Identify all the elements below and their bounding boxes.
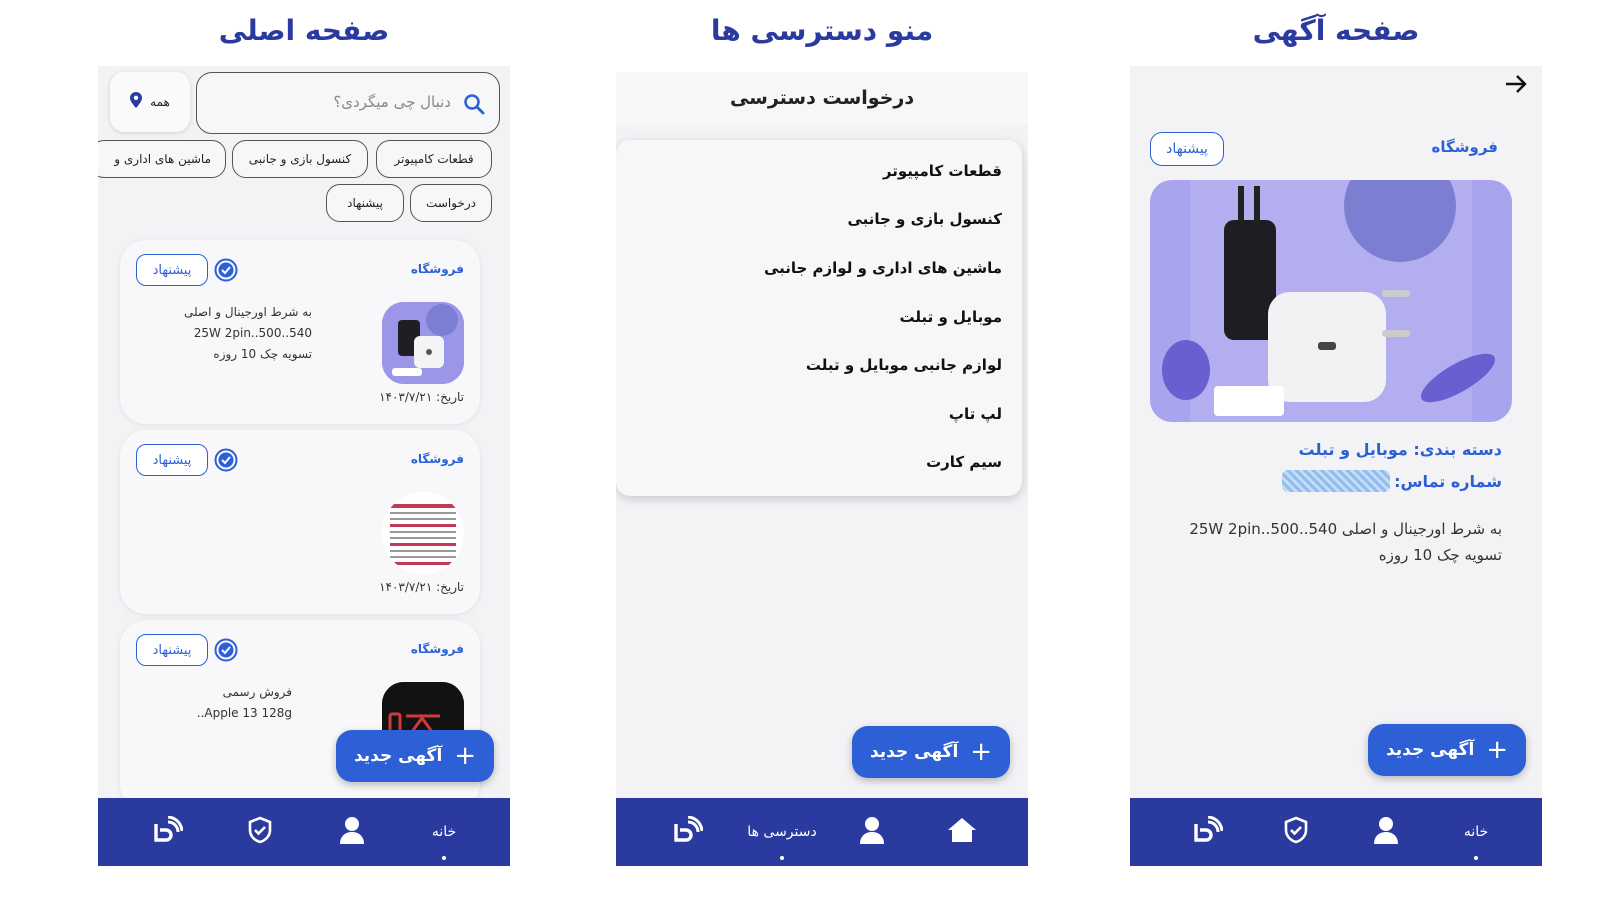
new-ad-button[interactable]: + آگهی جدید <box>336 730 494 782</box>
plus-icon: + <box>970 737 993 767</box>
plus-icon: + <box>454 741 477 771</box>
phone-redacted <box>1282 470 1391 492</box>
chip-category[interactable]: کنسول بازی و جانبی <box>232 140 368 178</box>
search-input[interactable]: دنبال چی میگردی؟ <box>196 72 500 134</box>
ad-description: به شرط اورجینال و اصلی 25W 2pin..500..54… <box>183 305 312 361</box>
nav-home[interactable] <box>932 798 992 866</box>
product-thumbnail <box>382 492 464 574</box>
nav-app[interactable] <box>138 798 198 866</box>
verified-check-icon <box>214 448 238 472</box>
chip-category[interactable]: ماشین های اداری و <box>98 140 226 178</box>
ad-card[interactable]: فروشگاه پیشنهاد به شرط اورجینال و اصلی 2… <box>120 240 480 424</box>
menu-item[interactable]: موبایل و تبلت <box>899 308 1002 326</box>
nav-home[interactable]: خانه <box>414 798 474 866</box>
access-menu-screen: درخواست دسترسی قطعات کامپیوتر کنسول بازی… <box>616 72 1028 866</box>
new-ad-button[interactable]: + آگهی جدید <box>1368 724 1526 776</box>
ad-category: دسته بندی: موبایل و تبلت <box>1298 440 1503 459</box>
shop-label[interactable]: فروشگاه <box>1432 138 1498 156</box>
nav-access-label: دسترسی ها <box>747 824 817 840</box>
nav-security[interactable] <box>1266 798 1326 866</box>
nav-app[interactable] <box>1178 798 1238 866</box>
app-logo-icon <box>673 815 704 848</box>
new-ad-label: آگهی جدید <box>869 742 959 762</box>
menu-item[interactable]: لوازم جانبی موبایل و تبلت <box>806 356 1002 374</box>
new-ad-button[interactable]: + آگهی جدید <box>852 726 1010 778</box>
user-icon <box>1373 816 1399 848</box>
heading-home: صفحه اصلی <box>218 14 390 47</box>
bottom-nav: دسترسی ها <box>616 798 1028 866</box>
ad-description: به شرط اورجینال و اصلی 540..500..25W 2pi… <box>1189 520 1502 564</box>
nav-profile[interactable] <box>322 798 382 866</box>
menu-item[interactable]: ماشین های اداری و لوازم جانبی <box>764 259 1002 277</box>
nav-profile[interactable] <box>842 798 902 866</box>
ad-description: فروش رسمی Apple 13 128g.. <box>196 685 292 720</box>
nav-home[interactable]: خانه <box>1446 798 1506 866</box>
nav-app[interactable] <box>658 798 718 866</box>
contact-row: شماره تماس: <box>1282 470 1502 492</box>
shop-label: فروشگاه <box>410 452 464 466</box>
chip-offer[interactable]: پیشنهاد <box>326 184 404 222</box>
shop-label: فروشگاه <box>410 642 464 656</box>
category-dropdown: قطعات کامپیوتر کنسول بازی و جانبی ماشین … <box>616 140 1022 496</box>
app-logo-icon <box>1193 815 1224 848</box>
menu-item[interactable]: قطعات کامپیوتر <box>883 162 1002 180</box>
offer-badge: پیشنهاد <box>136 254 208 286</box>
search-icon <box>463 93 485 119</box>
location-pin-icon <box>130 92 143 112</box>
nav-profile[interactable] <box>1356 798 1416 866</box>
location-label: همه <box>150 95 170 109</box>
nav-active-dot <box>442 856 446 860</box>
menu-item[interactable]: لپ تاپ <box>949 405 1002 423</box>
new-ad-label: آگهی جدید <box>353 746 443 766</box>
plus-icon: + <box>1486 735 1509 765</box>
nav-security[interactable] <box>230 798 290 866</box>
bottom-nav: خانه <box>98 798 510 866</box>
user-icon <box>339 816 365 848</box>
chip-request[interactable]: درخواست <box>410 184 492 222</box>
shield-check-icon <box>247 816 273 848</box>
product-image <box>1150 180 1512 422</box>
search-placeholder: دنبال چی میگردی؟ <box>333 93 451 111</box>
offer-badge: پیشنهاد <box>1150 132 1224 166</box>
ad-screen: فروشگاه پیشنهاد دسته بندی: موبایل و تبلت… <box>1130 66 1542 866</box>
nav-home-label: خانه <box>431 824 457 840</box>
nav-active-dot <box>780 856 784 860</box>
ad-date: تاریخ: ۱۴۰۳/۷/۲۱ <box>379 390 464 404</box>
verified-check-icon <box>214 258 238 282</box>
user-icon <box>859 816 885 848</box>
menu-item[interactable]: سیم کارت <box>926 453 1002 471</box>
bottom-nav: خانه <box>1130 798 1542 866</box>
offer-badge: پیشنهاد <box>136 634 208 666</box>
nav-access[interactable]: دسترسی ها <box>732 798 832 866</box>
heading-ad: صفحه آگهی <box>1252 14 1420 47</box>
location-filter[interactable]: همه <box>110 72 190 132</box>
verified-check-icon <box>214 638 238 662</box>
menu-item[interactable]: کنسول بازی و جانبی <box>847 210 1002 228</box>
back-arrow-icon[interactable] <box>1504 74 1528 98</box>
new-ad-label: آگهی جدید <box>1385 740 1475 760</box>
product-thumbnail <box>382 302 464 384</box>
home-screen: دنبال چی میگردی؟ همه قطعات کامپیوتر کنسو… <box>98 66 510 866</box>
menu-header: درخواست دسترسی <box>616 72 1028 124</box>
nav-home-label: خانه <box>1463 824 1489 840</box>
nav-active-dot <box>1474 856 1478 860</box>
heading-menu: منو دسترسی ها <box>710 14 934 47</box>
chip-category[interactable]: قطعات کامپیوتر <box>376 140 492 178</box>
home-icon <box>947 817 977 847</box>
shield-check-icon <box>1283 816 1309 848</box>
ad-card[interactable]: فروشگاه پیشنهاد تاریخ: ۱۴۰۳/۷/۲۱ <box>120 430 480 614</box>
page-title: درخواست دسترسی <box>729 87 915 109</box>
offer-badge: پیشنهاد <box>136 444 208 476</box>
app-logo-icon <box>153 815 184 848</box>
phone-label: شماره تماس: <box>1394 471 1502 491</box>
shop-label: فروشگاه <box>410 262 464 276</box>
ad-date: تاریخ: ۱۴۰۳/۷/۲۱ <box>379 580 464 594</box>
